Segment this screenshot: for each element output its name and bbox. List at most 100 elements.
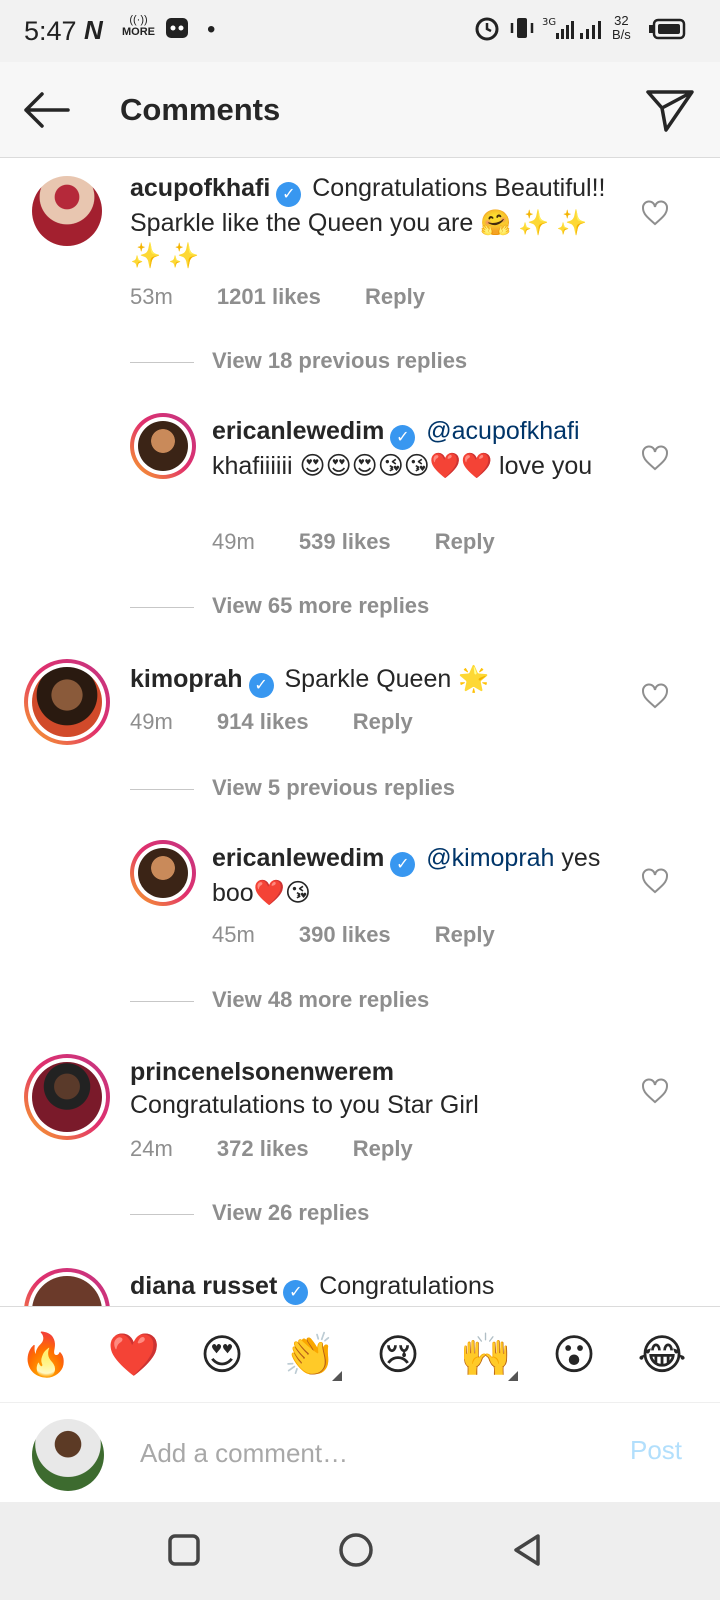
verified-badge-icon: ✓ (283, 1280, 309, 1305)
avatar[interactable] (32, 176, 102, 246)
emoji-clap-button[interactable]: 👏 (282, 1329, 342, 1381)
verified-badge-icon: ✓ (248, 673, 274, 698)
comment-likes[interactable]: 914 likes (217, 709, 309, 734)
heart-icon (642, 868, 668, 894)
comment-username[interactable]: acupofkhafi (130, 174, 270, 202)
comment-likes[interactable]: 539 likes (299, 529, 391, 554)
comment-list[interactable]: acupofkhafi ✓ Congratulations Beautiful!!… (0, 158, 720, 1306)
signal-bars-icon (578, 15, 608, 49)
comment-username[interactable]: ericanlewedim (212, 844, 384, 872)
svg-text:3G: 3G (542, 17, 556, 28)
emoji-laugh-button[interactable]: 😂 (634, 1329, 690, 1381)
reply-button[interactable]: Reply (353, 1136, 413, 1161)
comment-text: princenelsonenwerem Congratulations to y… (130, 1056, 610, 1122)
comment-composer: Post (0, 1402, 720, 1502)
net-speed: 32 B/s (612, 14, 631, 42)
comment-item: acupofkhafi ✓ Congratulations Beautiful!!… (0, 158, 720, 328)
emoji-raised-hands-glyph: 🙌 (459, 1330, 513, 1379)
comment-username[interactable]: princenelsonenwerem (130, 1056, 610, 1089)
back-button[interactable] (18, 84, 74, 136)
heart-icon (642, 445, 668, 471)
heart-icon (642, 200, 668, 226)
comment-input[interactable] (140, 1431, 580, 1475)
triangle-back-icon (514, 1534, 540, 1566)
view-replies-label: View 26 replies (212, 1200, 370, 1225)
comment-meta: 49m 539 likes Reply (212, 529, 533, 555)
comment-time: 45m (212, 922, 255, 947)
comment-time: 53m (130, 284, 173, 309)
comment-username[interactable]: ericanlewedim (212, 417, 384, 445)
mention-link[interactable]: @acupofkhafi (426, 417, 579, 445)
reply-button[interactable]: Reply (435, 922, 495, 947)
skin-tone-indicator-icon (332, 1371, 342, 1381)
comment-likes[interactable]: 372 likes (217, 1136, 309, 1161)
like-button[interactable] (640, 866, 670, 896)
reply-button[interactable]: Reply (353, 709, 413, 734)
more-label: MORE (122, 26, 155, 38)
emoji-heart-button[interactable]: ❤️ (106, 1329, 162, 1381)
like-button[interactable] (640, 1076, 670, 1106)
view-replies-button[interactable]: View 65 more replies (130, 593, 690, 623)
emoji-clap-glyph: 👏 (283, 1330, 337, 1379)
network-n-icon: N (84, 15, 103, 45)
verified-badge-icon: ✓ (390, 425, 416, 450)
comment-text: ericanlewedim ✓ @kimoprah yes boo❤️😘 (212, 842, 622, 910)
heart-icon (642, 683, 668, 709)
reply-button[interactable]: Reply (365, 284, 425, 309)
recents-button[interactable] (164, 1530, 204, 1570)
status-time: 5:47 (24, 16, 77, 46)
current-user-avatar (32, 1419, 104, 1491)
post-button[interactable]: Post (630, 1435, 682, 1466)
avatar[interactable] (24, 659, 110, 745)
comment-time: 49m (130, 709, 173, 734)
comment-body: Sparkle Queen 🌟 (284, 665, 490, 693)
comment-item: diana russet ✓ Congratulations (0, 1262, 720, 1306)
comment-time: 24m (130, 1136, 173, 1161)
back-arrow-icon (24, 92, 70, 128)
share-button[interactable] (644, 84, 696, 136)
mention-link[interactable]: @kimoprah (426, 844, 554, 872)
avatar[interactable] (130, 840, 196, 906)
like-button[interactable] (640, 681, 670, 711)
view-replies-label: View 5 previous replies (212, 775, 455, 800)
comment-likes[interactable]: 390 likes (299, 922, 391, 947)
emoji-cry-button[interactable]: 😢 (370, 1329, 426, 1381)
comment-text: diana russet ✓ Congratulations (130, 1270, 610, 1305)
comment-body: Congratulations (319, 1272, 495, 1300)
reply-item: ericanlewedim ✓ @kimoprah yes boo❤️😘 45m … (0, 830, 720, 970)
view-replies-label: View 48 more replies (212, 987, 430, 1012)
reply-item: ericanlewedim ✓ @acupofkhafi khafiiiiii 😍… (0, 403, 720, 573)
page-title: Comments (120, 92, 281, 127)
comment-username[interactable]: diana russet (130, 1272, 277, 1300)
comment-likes[interactable]: 1201 likes (217, 284, 321, 309)
emoji-fire-button[interactable]: 🔥 (18, 1329, 74, 1381)
view-replies-button[interactable]: View 26 replies (130, 1200, 690, 1230)
quick-emoji-bar: 🔥 ❤️ 😍 👏 😢 🙌 😮 😂 (0, 1306, 720, 1402)
avatar[interactable] (130, 413, 196, 479)
avatar[interactable] (24, 1054, 110, 1140)
view-replies-button[interactable]: View 5 previous replies (130, 775, 690, 805)
emoji-heart-eyes-button[interactable]: 😍 (194, 1329, 250, 1381)
avatar[interactable] (24, 1268, 110, 1306)
divider (130, 1214, 194, 1215)
divider (130, 1001, 194, 1002)
comment-item: princenelsonenwerem Congratulations to y… (0, 1048, 720, 1178)
system-back-button[interactable] (508, 1530, 548, 1570)
net-speed-unit: B/s (612, 27, 631, 42)
send-icon (646, 90, 694, 132)
like-button[interactable] (640, 198, 670, 228)
reply-button[interactable]: Reply (435, 529, 495, 554)
signal-4g-icon: 3G (542, 15, 578, 49)
comment-time: 49m (212, 529, 255, 554)
comment-username[interactable]: kimoprah (130, 665, 243, 693)
home-button[interactable] (336, 1530, 376, 1570)
view-replies-button[interactable]: View 48 more replies (130, 987, 690, 1017)
game-icon (164, 15, 190, 49)
view-replies-button[interactable]: View 18 previous replies (130, 348, 690, 378)
like-button[interactable] (640, 443, 670, 473)
emoji-raised-hands-button[interactable]: 🙌 (458, 1329, 518, 1381)
divider (130, 362, 194, 363)
battery-icon (648, 17, 688, 49)
comment-meta: 49m 914 likes Reply (130, 709, 451, 735)
emoji-surprised-button[interactable]: 😮 (546, 1329, 602, 1381)
